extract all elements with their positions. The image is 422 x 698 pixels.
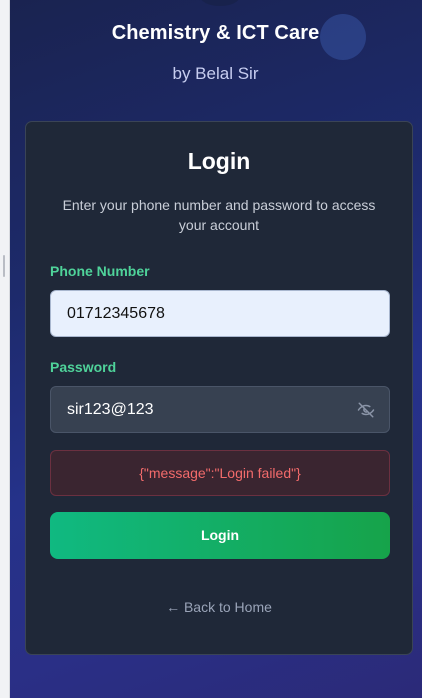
password-value: sir123@123	[67, 401, 154, 418]
back-to-home-link[interactable]: ← Back to Home	[26, 599, 412, 615]
brand-subtitle: by Belal Sir	[172, 64, 259, 83]
login-card: Login Enter your phone number and passwo…	[25, 121, 413, 655]
decorative-blob	[200, 0, 240, 6]
eye-off-icon[interactable]	[357, 401, 375, 419]
login-description: Enter your phone number and password to …	[62, 197, 376, 233]
scrollbar-grip[interactable]	[3, 255, 5, 277]
login-title: Login	[187, 148, 251, 174]
phone-input[interactable]: 01712345678	[50, 290, 390, 337]
password-label: Password	[50, 359, 117, 375]
password-input[interactable]: sir123@123	[50, 386, 390, 433]
brand-title: Chemistry & ICT Care	[111, 22, 320, 44]
error-alert: {"message":"Login failed"}	[50, 450, 390, 496]
login-button[interactable]: Login	[50, 512, 390, 559]
scrollbar-edge[interactable]	[0, 0, 10, 698]
phone-label: Phone Number	[50, 263, 150, 279]
